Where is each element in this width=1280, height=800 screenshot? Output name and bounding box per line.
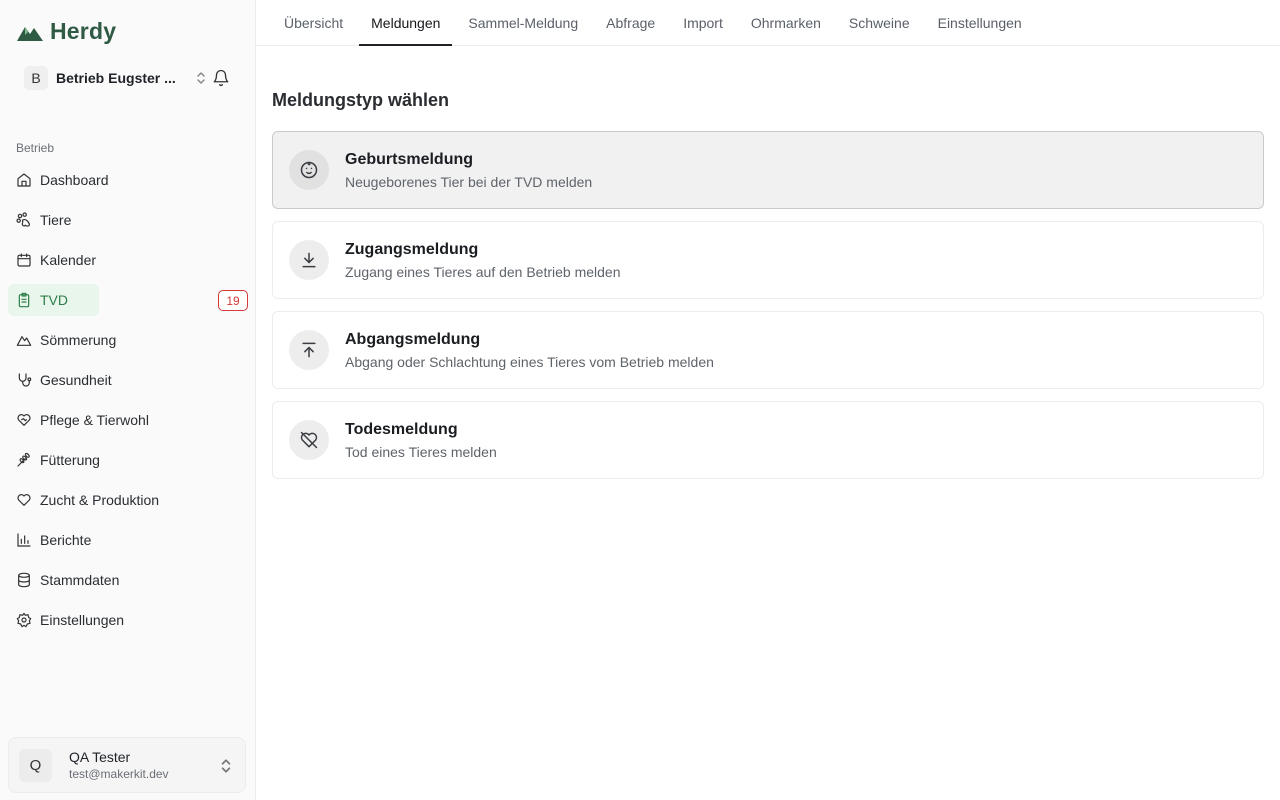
card-text: Todesmeldung Tod eines Tieres melden <box>345 421 497 460</box>
card-title: Abgangsmeldung <box>345 330 481 348</box>
mountain-logo-icon <box>17 26 43 41</box>
farm-switcher[interactable]: B Betrieb Eugster ... <box>24 65 208 91</box>
sidebar-item-soemmerung[interactable]: Sömmerung <box>8 320 248 360</box>
sidebar-item-tvd[interactable]: TVD 19 <box>8 280 248 320</box>
tab-abfrage[interactable]: Abfrage <box>594 0 667 45</box>
sidebar-item-berichte[interactable]: Berichte <box>8 520 248 560</box>
tab-sammel-meldung[interactable]: Sammel-Meldung <box>456 0 590 45</box>
heart-handshake-icon <box>16 412 32 428</box>
card-description: Tod eines Tieres melden <box>345 443 497 460</box>
farm-avatar: B <box>24 66 48 90</box>
brand-name: Herdy <box>50 18 117 44</box>
sidebar-item-dashboard[interactable]: Dashboard <box>8 160 248 200</box>
card-title: Todesmeldung <box>345 420 458 438</box>
card-text: Geburtsmeldung Neugeborenes Tier bei der… <box>345 151 592 190</box>
sidebar-item-einstellungen[interactable]: Einstellungen <box>8 600 248 640</box>
tab-import[interactable]: Import <box>671 0 735 45</box>
sidebar-item-label: Fütterung <box>40 452 100 468</box>
home-icon <box>16 172 32 188</box>
chevron-up-down-icon <box>219 758 233 774</box>
sidebar-item-stammdaten[interactable]: Stammdaten <box>8 560 248 600</box>
card-description: Abgang oder Schlachtung eines Tieres vom… <box>345 353 714 370</box>
gear-icon <box>16 612 32 628</box>
chevron-up-down-icon <box>194 70 208 86</box>
user-info: QA Tester test@makerkit.dev <box>69 749 169 781</box>
paw-icon <box>16 212 32 228</box>
card-text: Zugangsmeldung Zugang eines Tieres auf d… <box>345 241 621 280</box>
sidebar-item-pflege[interactable]: Pflege & Tierwohl <box>8 400 248 440</box>
farm-name: Betrieb Eugster ... <box>56 70 176 86</box>
stethoscope-icon <box>16 372 32 388</box>
tab-meldungen[interactable]: Meldungen <box>359 0 453 46</box>
sidebar-item-label: Dashboard <box>40 172 109 188</box>
card-abgangsmeldung[interactable]: Abgangsmeldung Abgang oder Schlachtung e… <box>272 311 1264 389</box>
card-description: Zugang eines Tieres auf den Betrieb meld… <box>345 263 621 280</box>
sidebar-item-label: TVD <box>40 292 68 308</box>
user-email: test@makerkit.dev <box>69 767 169 781</box>
sidebar-item-label: Stammdaten <box>40 572 120 588</box>
sidebar: Herdy B Betrieb Eugster ... Betrieb Dash… <box>0 0 256 800</box>
sidebar-item-label: Zucht & Produktion <box>40 492 160 508</box>
sidebar-item-tiere[interactable]: Tiere <box>8 200 248 240</box>
sidebar-item-zucht[interactable]: Zucht & Produktion <box>8 480 248 520</box>
user-name: QA Tester <box>69 749 131 765</box>
sidebar-item-label: Pflege & Tierwohl <box>40 412 149 428</box>
tvd-count-badge: 19 <box>218 290 248 311</box>
sidebar-nav: Dashboard Tiere Kalender TVD 19 Sömmerun… <box>8 160 248 640</box>
download-icon <box>289 240 329 280</box>
tab-schweine[interactable]: Schweine <box>837 0 922 45</box>
wheat-icon <box>16 452 32 468</box>
section-label-betrieb: Betrieb <box>16 141 55 155</box>
sidebar-item-label: Tiere <box>40 212 72 228</box>
calendar-icon <box>16 252 32 268</box>
bar-chart-icon <box>16 532 32 548</box>
brand-logo[interactable]: Herdy <box>16 18 116 45</box>
sidebar-item-kalender[interactable]: Kalender <box>8 240 248 280</box>
report-type-list: Geburtsmeldung Neugeborenes Tier bei der… <box>272 131 1264 491</box>
sidebar-item-gesundheit[interactable]: Gesundheit <box>8 360 248 400</box>
page-title: Meldungstyp wählen <box>272 90 450 110</box>
sidebar-item-label: Gesundheit <box>40 372 112 388</box>
card-title: Geburtsmeldung <box>345 150 474 168</box>
heart-icon <box>16 492 32 508</box>
heart-off-icon <box>289 420 329 460</box>
baby-icon <box>289 150 329 190</box>
database-icon <box>16 572 32 588</box>
card-todesmeldung[interactable]: Todesmeldung Tod eines Tieres melden <box>272 401 1264 479</box>
card-description: Neugeborenes Tier bei der TVD melden <box>345 173 593 190</box>
clipboard-icon <box>16 292 32 308</box>
card-text: Abgangsmeldung Abgang oder Schlachtung e… <box>345 331 714 370</box>
upload-icon <box>289 330 329 370</box>
card-geburtsmeldung[interactable]: Geburtsmeldung Neugeborenes Tier bei der… <box>272 131 1264 209</box>
card-zugangsmeldung[interactable]: Zugangsmeldung Zugang eines Tieres auf d… <box>272 221 1264 299</box>
avatar: Q <box>19 748 52 782</box>
card-title: Zugangsmeldung <box>345 240 479 258</box>
tab-bar: Übersicht Meldungen Sammel-Meldung Abfra… <box>256 0 1280 46</box>
sidebar-item-label: Sömmerung <box>40 332 117 348</box>
sidebar-item-label: Einstellungen <box>40 612 125 628</box>
user-menu[interactable]: Q QA Tester test@makerkit.dev <box>8 737 246 793</box>
sidebar-item-label: Kalender <box>40 252 97 268</box>
sidebar-item-fuetterung[interactable]: Fütterung <box>8 440 248 480</box>
tab-uebersicht[interactable]: Übersicht <box>272 0 355 45</box>
tab-ohrmarken[interactable]: Ohrmarken <box>739 0 833 45</box>
mountain-icon <box>16 332 32 348</box>
tab-einstellungen[interactable]: Einstellungen <box>926 0 1034 45</box>
sidebar-item-label: Berichte <box>40 532 92 548</box>
bell-icon[interactable] <box>212 69 230 87</box>
